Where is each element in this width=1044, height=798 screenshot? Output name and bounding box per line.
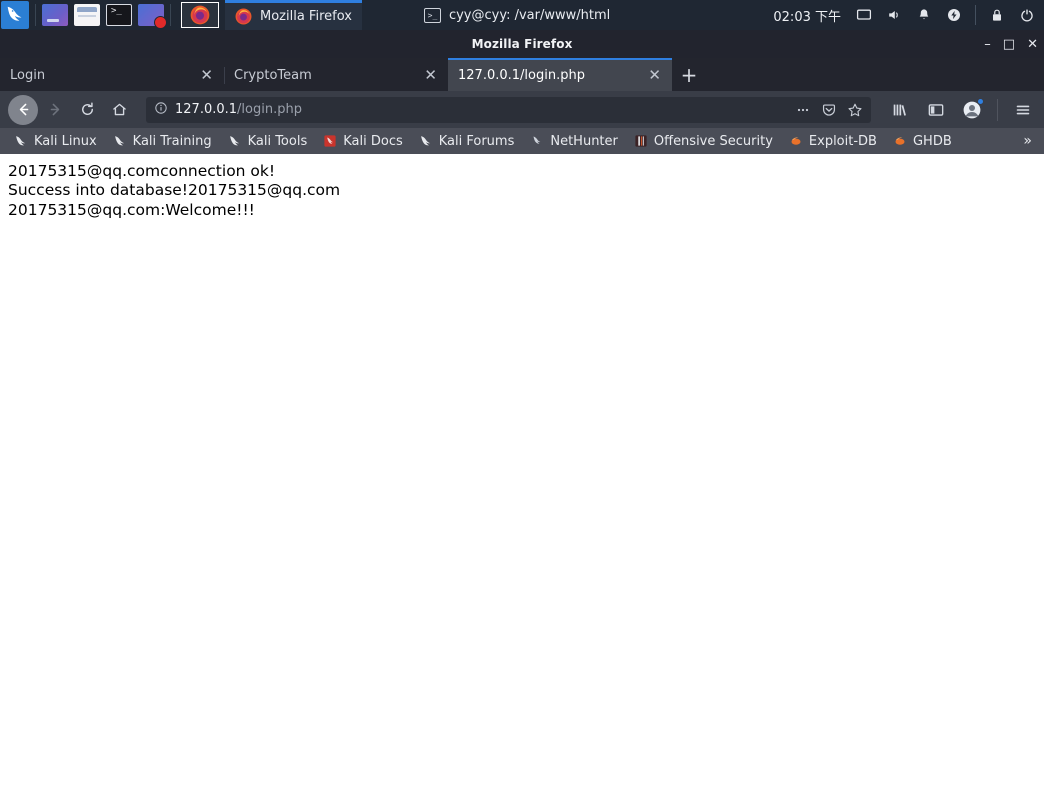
kali-dragon-icon — [113, 134, 127, 148]
kali-dragon-icon — [419, 134, 433, 148]
tab-login-label: Login — [10, 68, 46, 83]
desktop-taskbar: Mozilla Firefox >_ cyy@cyy: /var/www/htm… — [0, 0, 1044, 30]
url-bar[interactable]: 127.0.0.1/login.php — [146, 96, 871, 123]
volume-icon[interactable] — [885, 6, 903, 24]
page-line-3: 20175315@qq.com:Welcome!!! — [8, 200, 255, 219]
page-line-1: 20175315@qq.comconnection ok! — [8, 162, 276, 180]
maximize-button[interactable]: □ — [1003, 38, 1015, 51]
recording-badge — [154, 16, 167, 29]
bookmark-kali-forums-label: Kali Forums — [438, 133, 515, 149]
app-launcher-icon[interactable] — [42, 4, 68, 26]
file-manager-icon[interactable] — [74, 4, 100, 26]
firefox-task-button[interactable] — [181, 2, 219, 28]
info-circle-icon[interactable] — [154, 101, 168, 119]
bookmark-nethunter[interactable]: NetHunter — [522, 130, 626, 152]
kali-dragon-icon[interactable] — [1, 1, 29, 29]
reload-button[interactable] — [72, 95, 102, 125]
minimize-button[interactable]: – — [984, 38, 991, 51]
bookmark-kali-docs[interactable]: Kali Docs — [315, 130, 411, 152]
system-tray: 02:03 下午 — [773, 5, 1044, 25]
page-line-2: Success into database!20175315@qq.com — [8, 181, 341, 200]
bookmark-kali-linux-label: Kali Linux — [34, 133, 97, 149]
tab-login-close-icon[interactable]: ✕ — [197, 68, 216, 83]
bookmark-offensive-security-label: Offensive Security — [653, 133, 773, 149]
url-host: 127.0.0.1 — [175, 102, 238, 117]
taskbar-divider — [35, 4, 36, 26]
tab-login-php-close-icon[interactable]: ✕ — [645, 68, 664, 83]
tab-login-php-label: 127.0.0.1/login.php — [458, 68, 585, 83]
window-controls: – □ ✕ — [984, 30, 1038, 58]
bookmark-exploit-db-label: Exploit-DB — [808, 133, 877, 149]
bookmark-kali-tools[interactable]: Kali Tools — [220, 130, 316, 152]
window-task-list: Mozilla Firefox >_ cyy@cyy: /var/www/htm… — [225, 0, 773, 30]
sidebar-icon[interactable] — [923, 97, 949, 123]
screen-recorder-icon[interactable] — [138, 4, 167, 29]
bookmark-kali-docs-label: Kali Docs — [343, 133, 403, 149]
bookmark-star-icon[interactable] — [847, 102, 863, 118]
app-menu-button[interactable] — [1010, 97, 1036, 123]
navigation-toolbar: 127.0.0.1/login.php — [0, 91, 1044, 128]
nethunter-icon — [530, 134, 544, 148]
task-window-terminal-label: cyy@cyy: /var/www/html — [448, 7, 611, 23]
tab-strip: Login ✕ CryptoTeam ✕ 127.0.0.1/login.php… — [0, 58, 1044, 91]
page-actions-icon[interactable] — [795, 102, 811, 118]
toolbar-end-buttons — [881, 97, 1036, 123]
bookmark-kali-training-label: Kali Training — [132, 133, 212, 149]
url-path: /login.php — [237, 102, 302, 117]
terminal-icon: >_ — [423, 7, 441, 23]
kali-docs-icon — [323, 134, 337, 148]
url-actions — [785, 102, 863, 118]
account-notification-dot — [977, 97, 984, 105]
tab-cryptoteam[interactable]: CryptoTeam ✕ — [224, 58, 448, 91]
bookmarks-toolbar: Kali Linux Kali Training Kali Tools Kali… — [0, 128, 1044, 154]
offensive-security-icon — [634, 134, 648, 148]
notification-bell-icon[interactable] — [915, 6, 933, 24]
task-window-terminal[interactable]: >_ cyy@cyy: /var/www/html — [414, 0, 620, 30]
bookmarks-overflow-chevron-icon[interactable]: » — [1023, 133, 1038, 149]
bookmark-kali-forums[interactable]: Kali Forums — [411, 130, 523, 152]
exploit-db-icon — [789, 134, 803, 148]
tab-login-php[interactable]: 127.0.0.1/login.php ✕ — [448, 58, 672, 91]
url-text[interactable]: 127.0.0.1/login.php — [175, 102, 302, 117]
window-titlebar: Mozilla Firefox – □ ✕ — [0, 30, 1044, 58]
library-icon[interactable] — [887, 97, 913, 123]
bookmark-nethunter-label: NetHunter — [550, 133, 618, 149]
tray-divider — [975, 5, 976, 25]
tab-login[interactable]: Login ✕ — [0, 58, 224, 91]
close-button[interactable]: ✕ — [1027, 38, 1038, 51]
terminal-icon[interactable] — [106, 4, 132, 26]
task-window-firefox-label: Mozilla Firefox — [260, 9, 352, 24]
taskbar-divider-2 — [170, 4, 171, 26]
pocket-icon[interactable] — [821, 102, 837, 118]
bookmark-exploit-db[interactable]: Exploit-DB — [781, 130, 885, 152]
ghdb-icon — [893, 134, 907, 148]
account-avatar-icon[interactable] — [959, 97, 985, 123]
kali-dragon-icon — [228, 134, 242, 148]
bookmark-offensive-security[interactable]: Offensive Security — [626, 130, 781, 152]
task-window-firefox[interactable]: Mozilla Firefox — [225, 0, 362, 30]
lock-icon[interactable] — [988, 6, 1006, 24]
forward-button[interactable] — [40, 95, 70, 125]
bookmark-kali-linux[interactable]: Kali Linux — [6, 130, 105, 152]
kali-dragon-icon — [14, 134, 28, 148]
back-button[interactable] — [8, 94, 38, 125]
power-icon[interactable] — [945, 6, 963, 24]
firefox-window: Mozilla Firefox – □ ✕ Login ✕ CryptoTeam… — [0, 30, 1044, 798]
new-tab-button[interactable]: + — [672, 58, 706, 91]
home-button[interactable] — [104, 95, 134, 125]
bookmark-kali-training[interactable]: Kali Training — [105, 130, 220, 152]
display-icon[interactable] — [855, 6, 873, 24]
window-title: Mozilla Firefox — [471, 37, 573, 51]
tab-cryptoteam-label: CryptoTeam — [234, 68, 312, 83]
tab-cryptoteam-close-icon[interactable]: ✕ — [421, 68, 440, 83]
bookmark-ghdb-label: GHDB — [912, 133, 952, 149]
bookmark-ghdb[interactable]: GHDB — [885, 130, 960, 152]
taskbar-clock[interactable]: 02:03 下午 — [773, 6, 841, 25]
bookmark-kali-tools-label: Kali Tools — [247, 133, 308, 149]
page-content: 20175315@qq.comconnection ok! Success in… — [0, 154, 1044, 798]
logout-icon[interactable] — [1018, 6, 1036, 24]
toolbar-divider — [997, 98, 998, 121]
quick-launcher — [42, 4, 167, 29]
